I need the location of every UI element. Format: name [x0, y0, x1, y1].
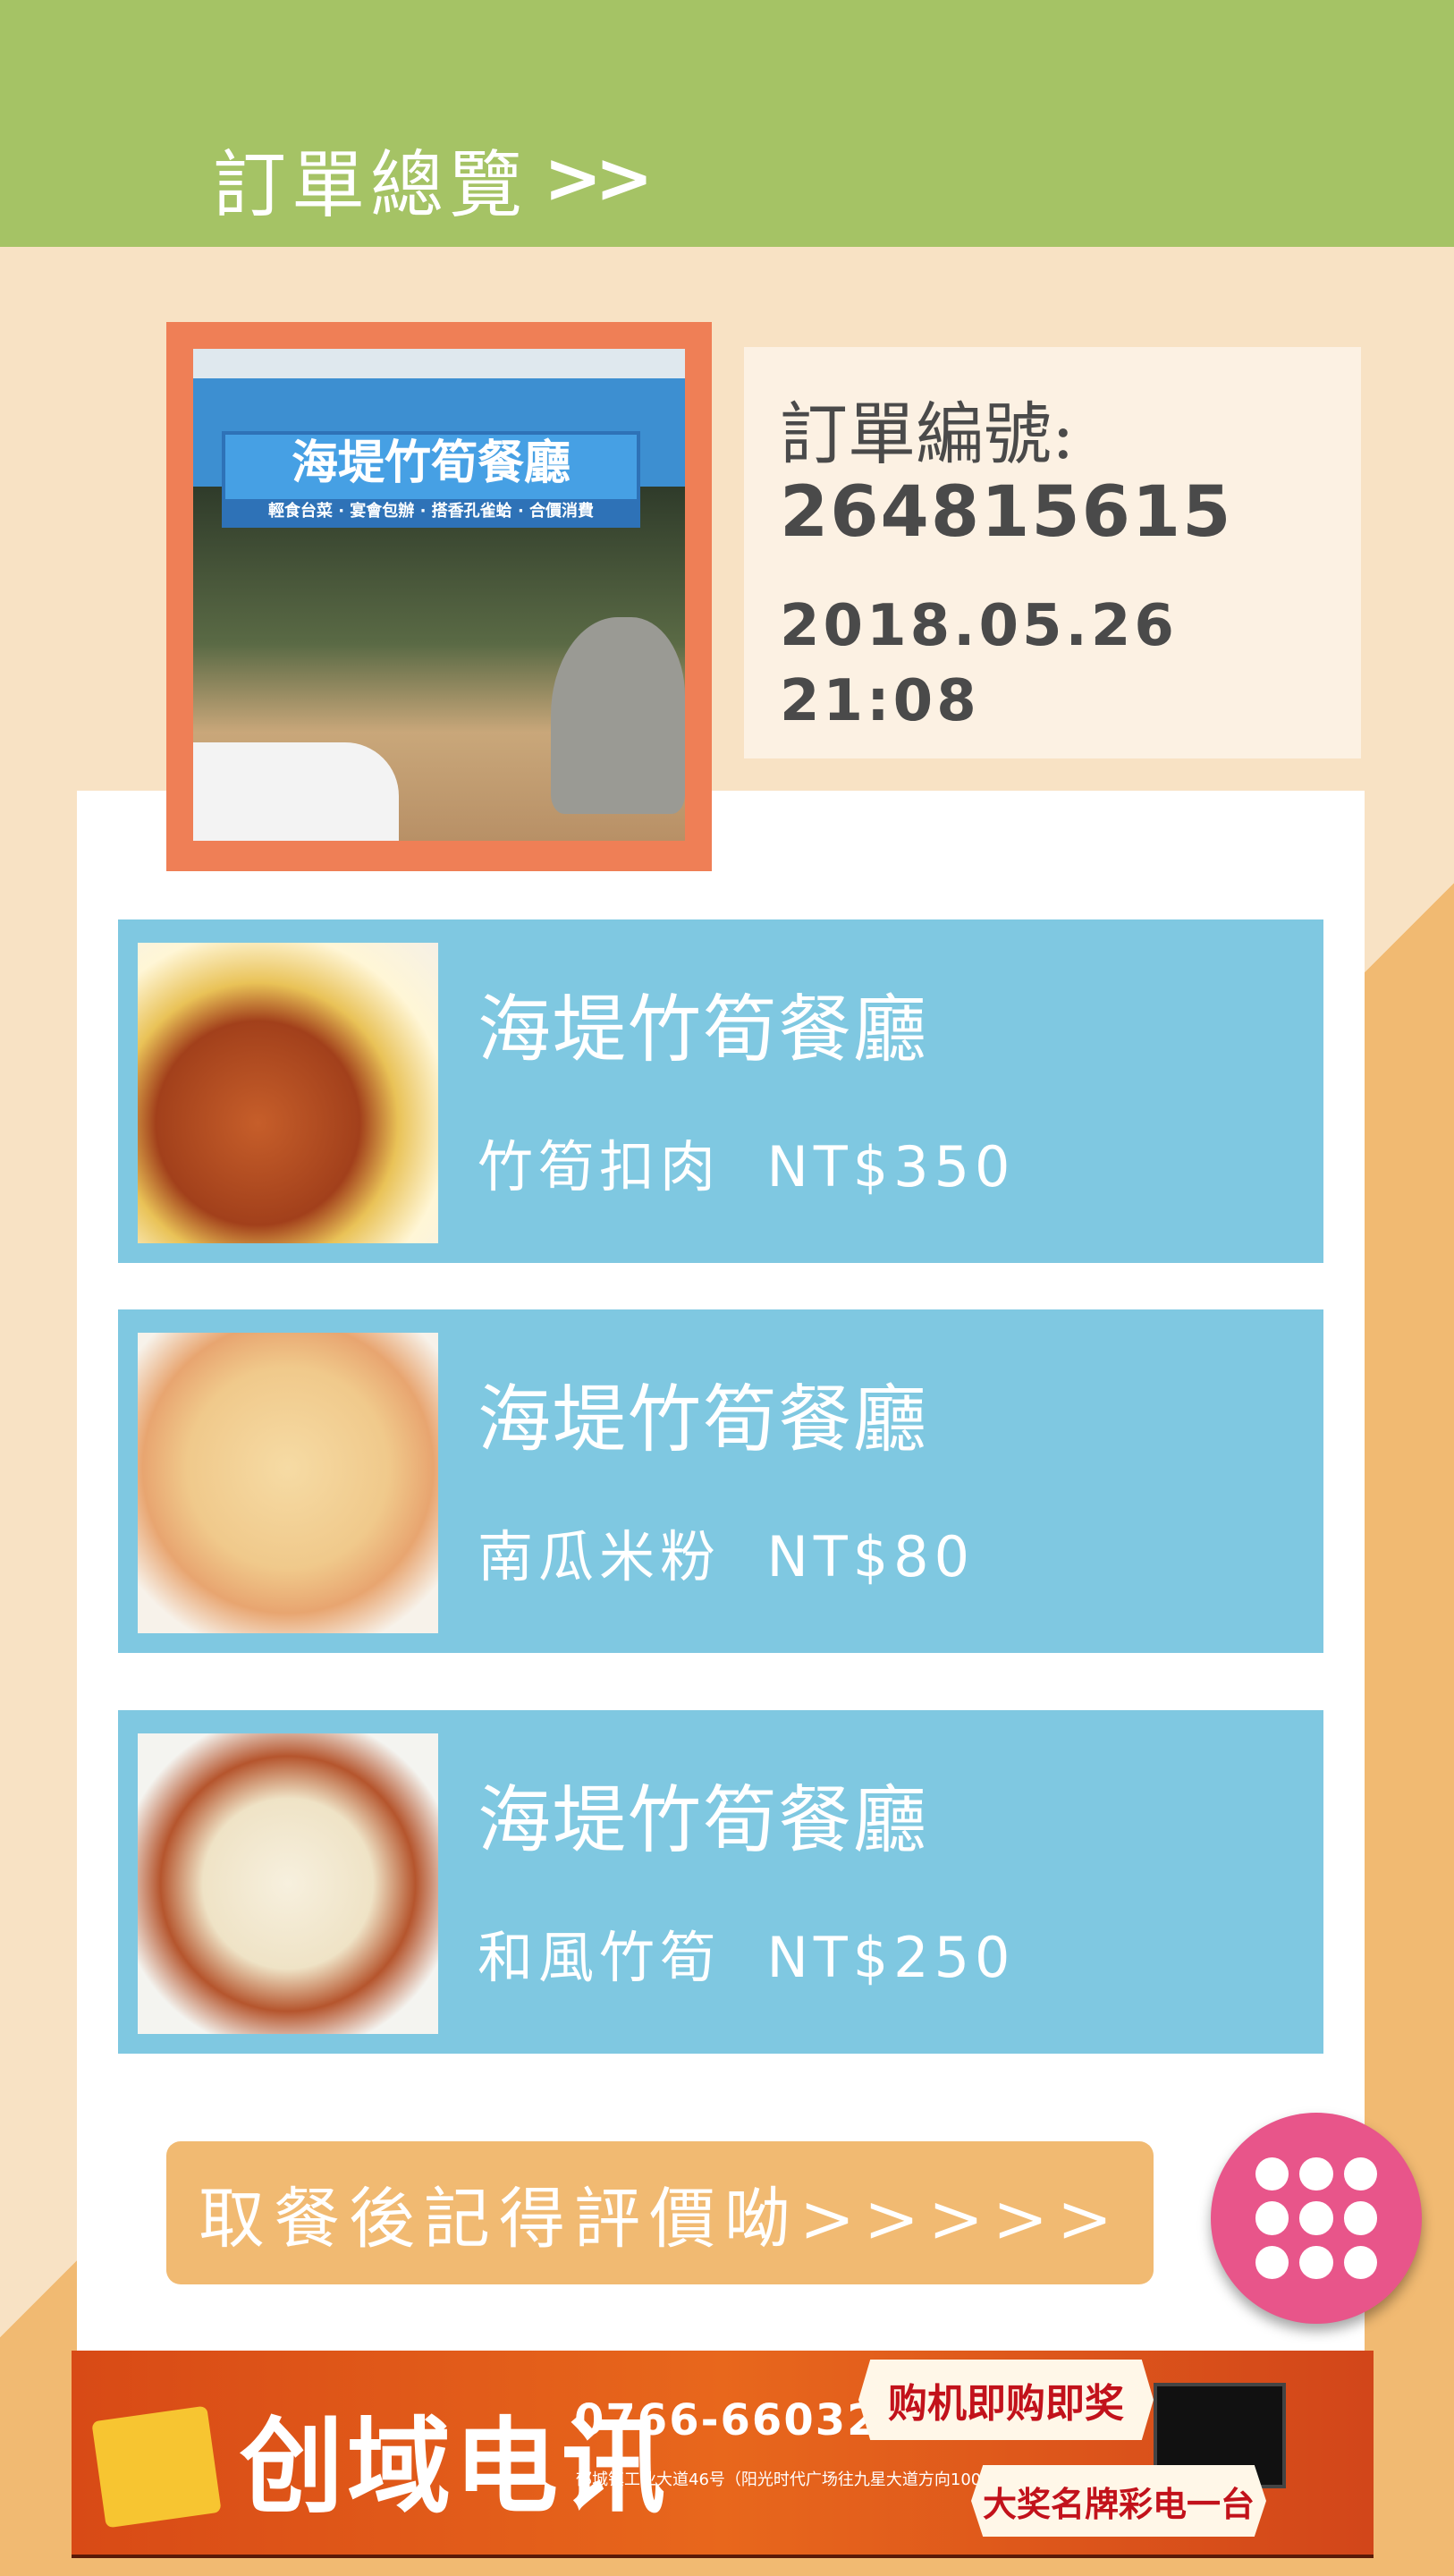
- app-header: 訂單總覽 >>: [0, 0, 1454, 247]
- item-dish-price: 南瓜米粉 NT$80: [478, 1512, 975, 1592]
- item-restaurant-name: 海堤竹筍餐廳: [478, 987, 929, 1072]
- item-price: NT$350: [766, 1134, 1016, 1199]
- grid-menu-icon: [1255, 2157, 1377, 2279]
- restaurant-sign-subtitle: 輕食台菜 · 宴會包辦 · 搭香孔雀蛤 · 合價消費: [225, 499, 637, 524]
- order-item[interactable]: 海堤竹筍餐廳 和風竹筍 NT$250: [118, 1710, 1323, 2054]
- dish-photo: [138, 1733, 438, 2034]
- ad-address: 郁城镇工业大道46号（阳光时代广场往九星大道方向100米）: [576, 2470, 1014, 2489]
- ad-banner[interactable]: 创域电讯 0766-6603268 郁城镇工业大道46号（阳光时代广场往九星大道…: [72, 2351, 1374, 2558]
- rock-decoration: [551, 617, 685, 814]
- review-reminder-button[interactable]: 取餐後記得評價呦>>>>>: [166, 2141, 1154, 2284]
- order-time: 21:08: [780, 668, 980, 734]
- order-info-panel: 訂單編號: 264815615 2018.05.26 21:08: [744, 347, 1361, 758]
- item-price: NT$250: [766, 1925, 1016, 1990]
- item-dish-name: 竹筍扣肉: [478, 1134, 722, 1199]
- item-dish-name: 南瓜米粉: [478, 1524, 722, 1589]
- order-number: 264815615: [780, 472, 1233, 553]
- restaurant-photo-frame: 海堤竹筍餐廳 輕食台菜 · 宴會包辦 · 搭香孔雀蛤 · 合價消費: [166, 322, 712, 871]
- item-dish-price: 竹筍扣肉 NT$350: [478, 1122, 1015, 1202]
- order-item[interactable]: 海堤竹筍餐廳 南瓜米粉 NT$80: [118, 1309, 1323, 1653]
- item-dish-price: 和風竹筍 NT$250: [478, 1912, 1015, 1993]
- order-item[interactable]: 海堤竹筍餐廳 竹筍扣肉 NT$350: [118, 919, 1323, 1263]
- item-restaurant-name: 海堤竹筍餐廳: [478, 1377, 929, 1462]
- dish-photo: [138, 1333, 438, 1633]
- ad-promo-primary: 购机即购即奖: [858, 2360, 1154, 2440]
- car-decoration: [193, 742, 399, 841]
- order-date: 2018.05.26: [780, 593, 1178, 659]
- restaurant-sign-text: 海堤竹筍餐廳: [291, 436, 571, 490]
- order-number-label: 訂單編號:: [780, 394, 1075, 474]
- item-restaurant-name: 海堤竹筍餐廳: [478, 1778, 929, 1863]
- menu-fab-button[interactable]: [1211, 2113, 1422, 2324]
- item-dish-name: 和風竹筍: [478, 1925, 722, 1990]
- gift-icon: [91, 2405, 222, 2529]
- ad-promo-secondary: 大奖名牌彩电一台: [971, 2465, 1266, 2537]
- chevron-right-icon: >>: [544, 138, 654, 219]
- page-title: 訂單總覽 >>: [213, 125, 654, 232]
- page-title-text: 訂單總覽: [213, 143, 528, 228]
- restaurant-sign: 海堤竹筍餐廳 輕食台菜 · 宴會包辦 · 搭香孔雀蛤 · 合價消費: [222, 431, 640, 528]
- item-price: NT$80: [766, 1524, 976, 1589]
- order-datetime: 2018.05.26 21:08: [780, 589, 1178, 739]
- restaurant-photo[interactable]: 海堤竹筍餐廳 輕食台菜 · 宴會包辦 · 搭香孔雀蛤 · 合價消費: [193, 349, 685, 841]
- dish-photo: [138, 943, 438, 1243]
